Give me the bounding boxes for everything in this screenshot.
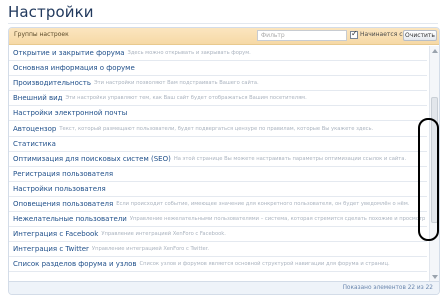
clear-button[interactable]: Очистить bbox=[403, 30, 437, 41]
prefix-label: Начинается с bbox=[360, 31, 403, 38]
list-item[interactable]: Внешний вид Эти настройки управляют тем, … bbox=[9, 91, 427, 107]
items-count-text: Показано элементов 22 из 22 bbox=[342, 285, 433, 291]
scroll-down-icon[interactable] bbox=[432, 275, 438, 279]
settings-group-title-link[interactable]: Статистика bbox=[13, 140, 56, 148]
settings-group-description: Управление интеграцией XenForo с Faceboo… bbox=[101, 231, 226, 238]
title-divider bbox=[8, 23, 438, 24]
filter-input[interactable] bbox=[257, 30, 347, 41]
settings-group-title-link[interactable]: Регистрация пользователя bbox=[13, 170, 113, 178]
list-footer: Показано элементов 22 из 22 bbox=[9, 281, 439, 294]
settings-group-title-link[interactable]: Внешний вид bbox=[13, 94, 63, 102]
settings-page: Настройки Группы настроек Начинается с О… bbox=[0, 0, 442, 300]
list-item[interactable]: Оптимизация для поисковых систем (SEO) На… bbox=[9, 152, 427, 167]
list-item[interactable]: Интеграция с Twitter Управление интеграци… bbox=[9, 242, 427, 258]
settings-group-description: Здесь можно открывать и закрывать форум. bbox=[127, 50, 251, 57]
scroll-up-icon[interactable] bbox=[432, 49, 438, 53]
settings-group-title-link[interactable]: Основная информация о форуме bbox=[13, 64, 135, 72]
settings-groups-panel: Группы настроек Начинается с Очистить От… bbox=[8, 27, 440, 295]
filter-bar: Группы настроек Начинается с Очистить bbox=[9, 28, 439, 45]
list-item[interactable]: Нежелательные пользователи Управление неж… bbox=[9, 212, 427, 228]
list-item[interactable]: Список разделов форума и узлов Список узл… bbox=[9, 257, 427, 273]
settings-group-title-link[interactable]: Список разделов форума и узлов bbox=[13, 260, 136, 268]
list-item[interactable]: Основная информация о форуме bbox=[9, 61, 427, 77]
groups-header-label: Группы настроек bbox=[14, 31, 69, 38]
page-title: Настройки bbox=[8, 3, 94, 21]
list-item[interactable]: Оповещения пользователя Если происходит с… bbox=[9, 197, 427, 213]
settings-group-title-link[interactable]: Настройки пользователя bbox=[13, 185, 106, 193]
list-item[interactable]: Открытие и закрытие форума Здесь можно от… bbox=[9, 46, 427, 62]
list-item[interactable]: Регистрация пользователя bbox=[9, 167, 427, 182]
list-item[interactable]: Автоцензор Текст, который размещают польз… bbox=[9, 121, 427, 137]
settings-group-title-link[interactable]: Производительность bbox=[13, 79, 91, 87]
settings-group-title-link[interactable]: Открытие и закрытие форума bbox=[13, 49, 125, 57]
list-item[interactable]: Настройки электронной почты bbox=[9, 106, 427, 122]
settings-group-description: Управление нежелательными пользователями… bbox=[129, 216, 427, 223]
settings-group-list: Открытие и закрытие форума Здесь можно от… bbox=[9, 46, 427, 282]
settings-group-description: Если происходит событие, имеющее значени… bbox=[116, 200, 410, 207]
settings-group-description: Текст, который размещают пользователи, б… bbox=[59, 125, 374, 132]
settings-group-title-link[interactable]: Оповещения пользователя bbox=[13, 200, 113, 208]
settings-group-title-link[interactable]: Интеграция с Facebook bbox=[13, 230, 98, 238]
list-item[interactable]: Настройки пользователя bbox=[9, 182, 427, 197]
settings-group-description: Эти настройки позволяют Вам подстраивать… bbox=[93, 80, 259, 87]
list-item[interactable]: Интеграция с Facebook Управление интеграц… bbox=[9, 227, 427, 243]
settings-group-title-link[interactable]: Настройки электронной почты bbox=[13, 109, 127, 117]
settings-group-title-link[interactable]: Оптимизация для поисковых систем (SEO) bbox=[13, 155, 171, 163]
list-item[interactable]: Производительность Эти настройки позволяю… bbox=[9, 76, 427, 92]
settings-group-title-link[interactable]: Автоцензор bbox=[13, 125, 56, 133]
settings-group-title-link[interactable]: Нежелательные пользователи bbox=[13, 215, 127, 223]
settings-group-description: Эти настройки управляют тем, как Ваш сай… bbox=[65, 95, 307, 102]
annotation-oval bbox=[418, 118, 439, 241]
settings-group-description: Список узлов и форумов является основной… bbox=[139, 261, 390, 268]
settings-group-description: Управление интеграцией XenForo с Twitter… bbox=[91, 246, 210, 253]
settings-group-title-link[interactable]: Интеграция с Twitter bbox=[13, 245, 89, 253]
prefix-checkbox[interactable] bbox=[350, 29, 358, 39]
list-item[interactable]: Статистика bbox=[9, 137, 427, 152]
settings-group-description: На этой странице Вы можете настраивать п… bbox=[173, 155, 407, 162]
